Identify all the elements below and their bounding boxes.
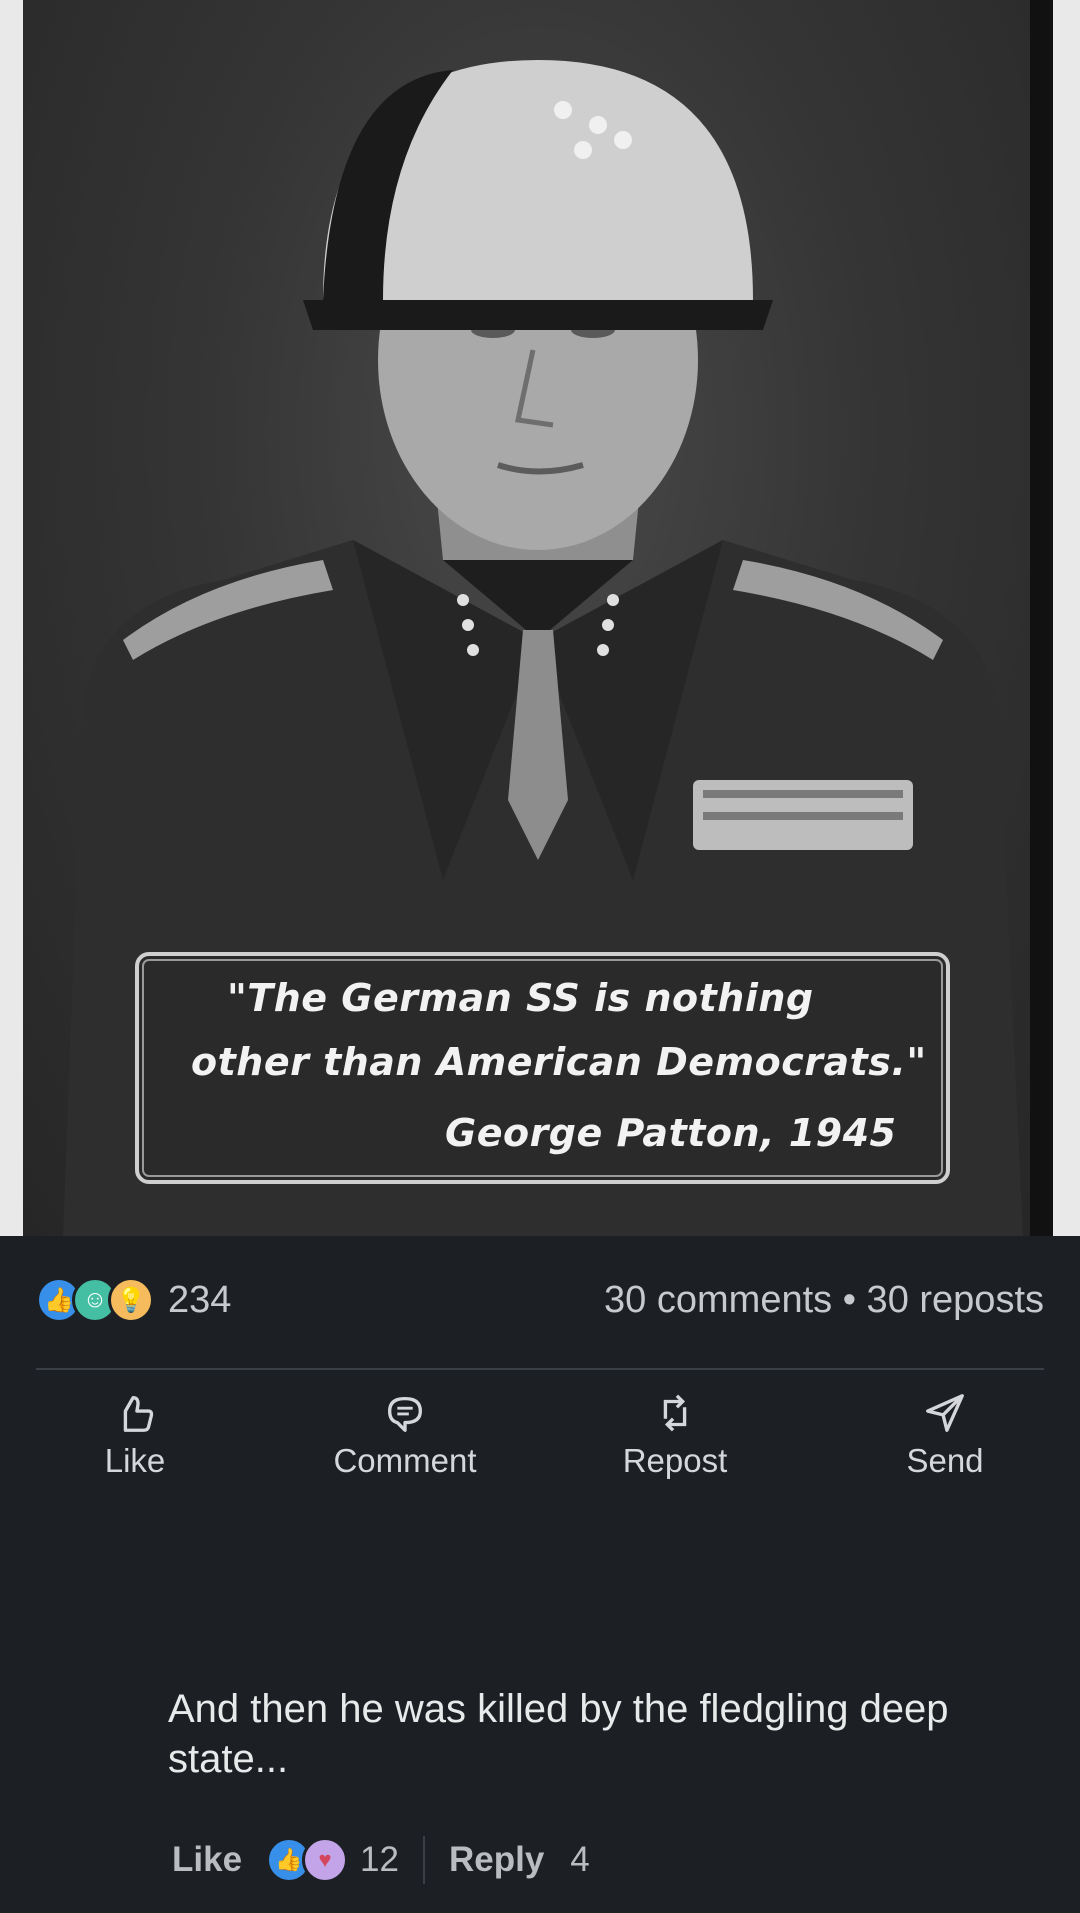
comment-reply-button[interactable]: Reply [449, 1840, 544, 1880]
quote-line-2: other than American Democrats." [191, 1040, 927, 1084]
divider [36, 1368, 1044, 1370]
reply-count[interactable]: 4 [570, 1840, 589, 1880]
post-image[interactable]: "The German SS is nothing other than Ame… [0, 0, 1080, 1236]
comment-like-button[interactable]: Like [172, 1840, 242, 1880]
comment-button[interactable]: Comment [270, 1380, 540, 1500]
thumbs-up-icon [123, 1395, 154, 1432]
comment-reactions[interactable]: 👍 ♥ [266, 1837, 349, 1883]
send-button[interactable]: Send [810, 1380, 1080, 1500]
like-label: Like [104, 1442, 166, 1479]
photo-border [1030, 0, 1053, 1236]
love-icon: ♥ [302, 1837, 349, 1883]
comment-body: And then he was killed by the fledgling … [168, 1687, 949, 1781]
comment-actions: Like 👍 ♥ 12 Reply 4 [172, 1832, 590, 1888]
send-label: Send [906, 1442, 984, 1479]
post-action-bar: Like Comment Repost Send [0, 1380, 1080, 1500]
reaction-count: 234 [168, 1278, 232, 1321]
separator [422, 1836, 425, 1884]
quote-attribution: George Patton, 1945 [445, 1111, 897, 1155]
like-button[interactable]: Like [0, 1380, 270, 1500]
repost-button[interactable]: Repost [540, 1380, 810, 1500]
quote-plaque: "The German SS is nothing other than Ame… [135, 952, 950, 1184]
insightful-icon: 💡 [108, 1277, 154, 1323]
comment-label: Comment [333, 1442, 477, 1479]
reactions-summary[interactable]: 👍 ☺ 💡 234 [36, 1274, 231, 1326]
quote-line-1: "The German SS is nothing [227, 976, 814, 1020]
repost-icon [663, 1394, 687, 1432]
social-stats-bar: 👍 ☺ 💡 234 30 comments • 30 reposts [0, 1236, 1080, 1370]
send-icon [926, 1394, 964, 1432]
comments-reposts-count[interactable]: 30 comments • 30 reposts [604, 1274, 1044, 1326]
comment-reaction-count: 12 [360, 1840, 399, 1879]
patton-photo: "The German SS is nothing other than Ame… [23, 0, 1053, 1236]
repost-label: Repost [622, 1442, 728, 1479]
comment-icon [387, 1396, 423, 1432]
